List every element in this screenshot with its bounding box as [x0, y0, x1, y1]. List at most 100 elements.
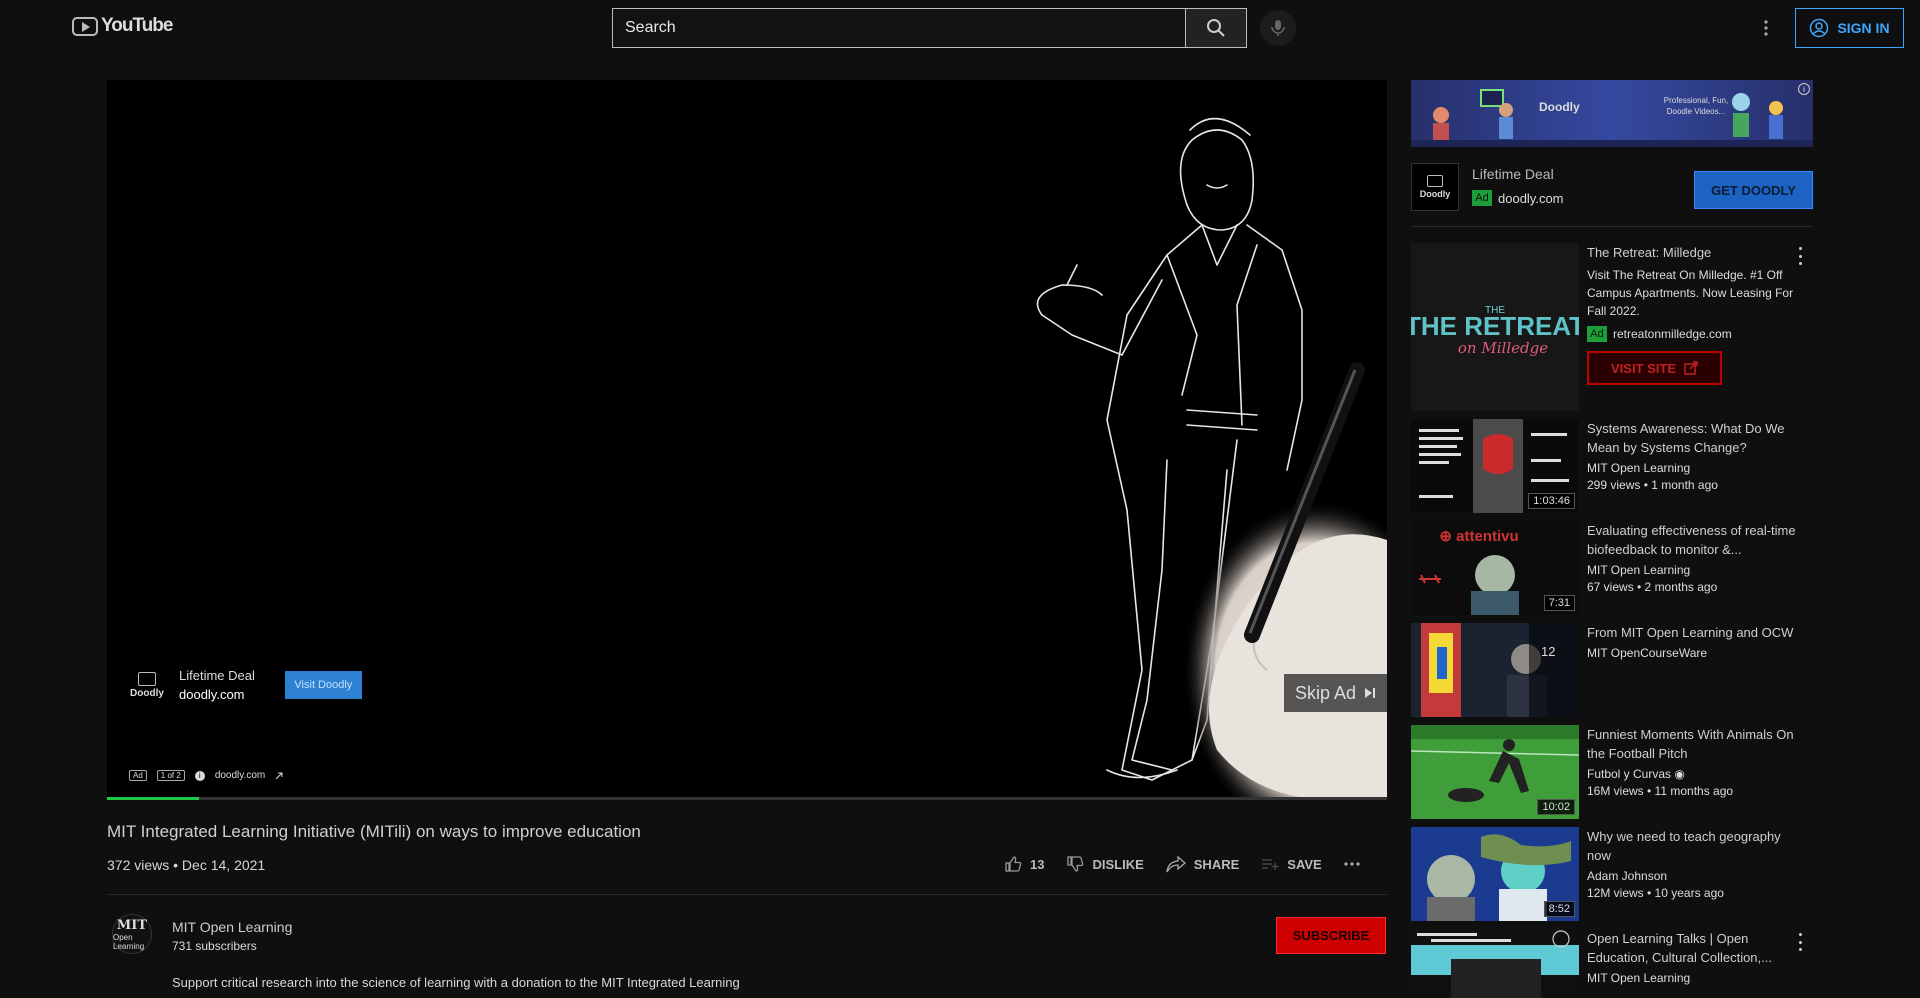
video-meta: 299 views • 1 month ago — [1587, 478, 1718, 492]
banner-brand: Doodly — [1539, 100, 1580, 114]
retreat-logo-sub: on Milledge — [1458, 339, 1548, 357]
subscribe-button[interactable]: SUBSCRIBE — [1276, 917, 1386, 954]
subscriber-count: 731 subscribers — [172, 939, 257, 953]
video-title[interactable]: Funniest Moments With Animals On the Foo… — [1587, 725, 1797, 763]
video-title[interactable]: From MIT Open Learning and OCW — [1587, 623, 1797, 642]
video-menu-button[interactable] — [1797, 933, 1803, 951]
promoted-title[interactable]: The Retreat: Milledge — [1587, 243, 1797, 262]
promoted-url-row: Ad retreatonmilledge.com — [1587, 326, 1797, 342]
youtube-play-icon — [72, 16, 98, 36]
more-vertical-icon — [1764, 20, 1768, 36]
video-duration: 1:03:46 — [1528, 493, 1575, 509]
like-button[interactable]: 13 — [1004, 855, 1044, 873]
video-description: Support critical research into the scien… — [172, 975, 740, 990]
doodly-logo-icon — [1427, 175, 1443, 187]
search-button[interactable] — [1185, 8, 1247, 48]
video-meta: 12M views • 10 years ago — [1587, 886, 1724, 900]
video-channel[interactable]: MIT Open Learning — [1587, 461, 1797, 475]
banner-illustration — [1411, 89, 1813, 147]
retreat-logo-text: THE RETREAT — [1411, 311, 1579, 341]
video-channel[interactable]: Adam Johnson — [1587, 869, 1797, 883]
video-meta: 67 views • 2 months ago — [1587, 580, 1718, 594]
doodly-logo[interactable]: Doodly — [1411, 163, 1459, 211]
doodly-logo-icon — [138, 671, 156, 686]
thumbnail-image — [1411, 623, 1579, 717]
open-external-icon — [1684, 361, 1698, 375]
visit-advertiser-button[interactable]: Visit Doodly — [284, 671, 362, 699]
youtube-logo[interactable]: YouTube — [72, 15, 173, 37]
video-channel[interactable]: MIT Open Learning — [1587, 563, 1797, 577]
thumbs-up-icon — [1005, 856, 1022, 872]
ad-card-url: doodly.com — [1498, 190, 1564, 206]
video-title[interactable]: Evaluating effectiveness of real-time bi… — [1587, 521, 1797, 559]
video-thumbnail[interactable]: 10:02 — [1411, 725, 1579, 819]
svg-text:⊕ attentivu: ⊕ attentivu — [1439, 528, 1518, 545]
info-divider — [107, 894, 1387, 895]
video-thumbnail[interactable]: 8:52 — [1411, 827, 1579, 921]
promoted-description: Visit The Retreat On Milledge. #1 Off Ca… — [1587, 268, 1794, 318]
thumbnail-image — [1411, 929, 1579, 998]
ad-overlay-card[interactable]: Doodly Lifetime Deal doodly.com Visit Do… — [127, 665, 362, 705]
video-views-date: 372 views • Dec 14, 2021 — [107, 857, 266, 873]
ad-domain-link[interactable]: doodly.com — [215, 770, 265, 781]
account-circle-icon — [1810, 18, 1829, 38]
video-duration: 7:31 — [1543, 595, 1575, 611]
video-actions: 13 DISLIKE SHARE SAVE — [1004, 855, 1360, 873]
search-input[interactable]: Search — [612, 8, 1186, 48]
video-title: MIT Integrated Learning Initiative (MITi… — [107, 822, 641, 841]
video-player[interactable]: Doodly Lifetime Deal doodly.com Visit Do… — [107, 80, 1387, 800]
skip-ad-button[interactable]: Skip Ad — [1284, 674, 1387, 712]
sign-in-button[interactable]: SIGN IN — [1795, 8, 1904, 48]
save-button[interactable]: SAVE — [1261, 857, 1322, 872]
ad-counter: 1 of 2 — [156, 770, 185, 781]
open-external-icon — [275, 772, 283, 779]
video-thumbnail[interactable]: 12 — [1411, 623, 1579, 717]
ad-overlay-url: doodly.com — [179, 687, 245, 702]
video-thumbnail[interactable] — [1411, 929, 1579, 998]
more-vertical-icon — [1798, 247, 1802, 250]
more-actions-button[interactable] — [1344, 862, 1360, 866]
sidebar-divider — [1411, 226, 1813, 227]
video-meta: 16M views • 11 months ago — [1587, 784, 1734, 798]
promoted-url: retreatonmilledge.com — [1613, 327, 1732, 341]
settings-menu-button[interactable] — [1756, 16, 1776, 40]
video-duration: 12 — [1541, 644, 1556, 659]
info-icon[interactable]: i — [194, 770, 205, 781]
companion-banner-ad[interactable]: Doodly Professional, Fun, Doodle Videos.… — [1411, 80, 1813, 147]
video-thumbnail[interactable]: 1:03:46 — [1411, 419, 1579, 513]
video-duration: 8:52 — [1543, 901, 1575, 917]
more-horizontal-icon — [1344, 862, 1360, 866]
channel-name[interactable]: MIT Open Learning — [172, 919, 292, 935]
verified-icon: ◉ — [1674, 767, 1685, 781]
ad-progress-bar[interactable] — [107, 797, 1387, 800]
video-thumbnail[interactable]: ⊕ attentivu 7:31 — [1411, 521, 1579, 615]
video-title[interactable]: Open Learning Talks | Open Education, Cu… — [1587, 929, 1797, 967]
video-title[interactable]: Why we need to teach geography now — [1587, 827, 1797, 865]
skip-next-icon — [1365, 688, 1376, 698]
channel-avatar[interactable]: MIT Open Learning — [112, 914, 152, 954]
ad-card-title[interactable]: Lifetime Deal — [1472, 166, 1554, 182]
thumbs-down-icon — [1067, 856, 1084, 872]
video-title[interactable]: Systems Awareness: What Do We Mean by Sy… — [1587, 419, 1797, 457]
ad-progress-fill — [107, 797, 200, 800]
visit-site-button[interactable]: VISIT SITE — [1587, 351, 1722, 385]
microphone-icon — [1271, 20, 1285, 36]
ad-info-strip: Ad 1 of 2 i doodly.com — [129, 770, 283, 781]
doodly-logo: Doodly — [127, 665, 167, 705]
get-doodly-button[interactable]: GET DOODLY — [1694, 171, 1813, 209]
promoted-menu-button[interactable] — [1797, 247, 1803, 265]
ad-info-icon[interactable]: i — [1798, 83, 1810, 95]
video-channel[interactable]: MIT OpenCourseWare — [1587, 646, 1797, 660]
banner-tagline: Professional, Fun, Doodle Videos... — [1663, 96, 1729, 116]
more-vertical-icon — [1798, 933, 1802, 936]
video-duration: 10:02 — [1537, 799, 1575, 815]
voice-search-button[interactable] — [1260, 10, 1296, 46]
share-icon — [1166, 855, 1186, 873]
video-channel[interactable]: MIT Open Learning — [1587, 971, 1797, 985]
video-channel[interactable]: Futbol y Curvas ◉ — [1587, 767, 1797, 781]
share-button[interactable]: SHARE — [1166, 855, 1239, 873]
dislike-button[interactable]: DISLIKE — [1066, 855, 1144, 873]
masthead: YouTube Search SIGN IN — [0, 0, 1920, 56]
retreat-logo: THE THE RETREAT on Milledge — [1411, 243, 1579, 411]
promoted-thumbnail[interactable]: THE THE RETREAT on Milledge — [1411, 243, 1579, 411]
